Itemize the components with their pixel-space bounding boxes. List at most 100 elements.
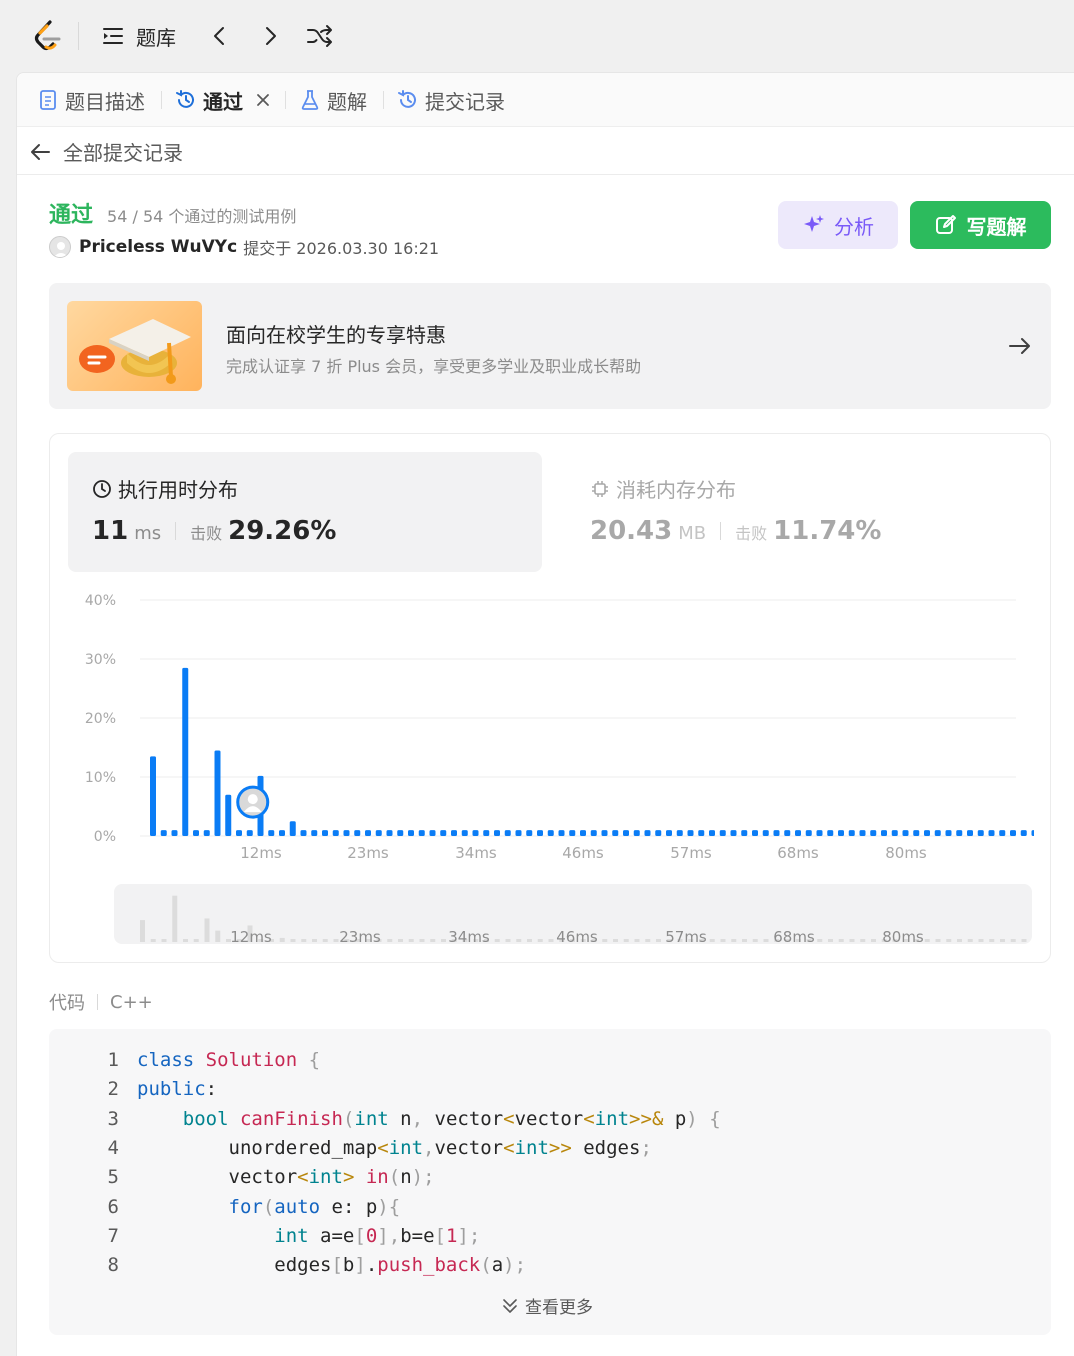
memory-values: 20.43 MB 击败 11.74% bbox=[590, 516, 881, 546]
minimap-bar bbox=[430, 939, 436, 942]
tab-accepted[interactable]: 通过 bbox=[175, 85, 243, 115]
submitted-time: 提交于 2026.03.30 16:21 bbox=[243, 239, 440, 258]
distribution-bar bbox=[623, 830, 629, 836]
user-icon bbox=[53, 242, 69, 257]
tab-description[interactable]: 题目描述 bbox=[37, 85, 145, 115]
minimap-bar bbox=[656, 939, 661, 942]
distribution-bar bbox=[676, 830, 683, 836]
line-number: 8 bbox=[107, 1254, 119, 1277]
panel-tabs: 题目描述 通过 题解 提交记录 bbox=[17, 73, 1074, 127]
promo-title: 面向在校学生的专享特惠 bbox=[226, 323, 446, 347]
x-tick-label: 46ms bbox=[562, 844, 604, 862]
line-number: 3 bbox=[107, 1107, 119, 1130]
tab-separator bbox=[383, 91, 384, 109]
minimap-bar bbox=[1000, 939, 1005, 942]
arrow-right-icon bbox=[1009, 338, 1030, 354]
analyze-button[interactable]: 分析 bbox=[778, 201, 898, 249]
leetcode-logo[interactable] bbox=[30, 18, 66, 54]
x-tick-label: 34ms bbox=[455, 844, 497, 862]
distribution-bar bbox=[827, 830, 834, 836]
distribution-bar bbox=[773, 830, 780, 836]
distribution-bar bbox=[741, 830, 748, 836]
write-solution-button[interactable]: 写题解 bbox=[910, 201, 1051, 249]
y-tick-label: 0% bbox=[94, 829, 116, 845]
minimap-bar bbox=[172, 895, 178, 942]
chart-range-navigator[interactable]: 12ms 23ms 34ms 46ms 57ms 68ms 80ms bbox=[114, 884, 1032, 946]
author-name[interactable]: Priceless WuVYc bbox=[79, 237, 237, 257]
runtime-beat-label: 击败 bbox=[190, 524, 223, 543]
line-number: 1 bbox=[107, 1049, 119, 1071]
tab-description-label: 题目描述 bbox=[65, 89, 145, 114]
distribution-bar bbox=[150, 756, 156, 836]
minimap-chart: 12ms 23ms 34ms 46ms 57ms 68ms 80ms bbox=[140, 895, 1027, 946]
minimap-bar bbox=[548, 939, 554, 942]
minimap-bar bbox=[408, 939, 414, 942]
problem-list-button[interactable]: 题库 bbox=[102, 20, 176, 52]
distribution-bar bbox=[1020, 830, 1027, 836]
clock-icon bbox=[93, 479, 111, 498]
divider bbox=[175, 522, 177, 540]
distribution-bar bbox=[601, 830, 608, 836]
code-line: unordered_map<int,vector<int>> edges; bbox=[228, 1136, 652, 1159]
student-promo-banner[interactable]: 面向在校学生的专享特惠 完成认证享 7 折 Plus 会员，享受更多学业及职业成… bbox=[49, 283, 1051, 409]
minimap-bar bbox=[537, 939, 543, 942]
tab-close-button[interactable] bbox=[255, 85, 271, 115]
line-number: 2 bbox=[107, 1078, 119, 1101]
distribution-bar bbox=[924, 830, 930, 836]
minimap-bar bbox=[602, 939, 608, 942]
minimap-bar bbox=[634, 939, 640, 942]
minimap-bar bbox=[967, 939, 973, 942]
history-icon bbox=[398, 90, 416, 108]
minimap-bar bbox=[731, 939, 737, 942]
distribution-bar bbox=[547, 830, 554, 836]
submission-panel: 题目描述 通过 题解 提交记录 全部提交记录 通过 54 / 54 个通过的测试… bbox=[16, 72, 1074, 1356]
minimap-bar bbox=[957, 939, 962, 942]
runtime-card[interactable]: 执行用时分布 11 ms 击败 29.26% bbox=[68, 452, 542, 572]
distribution-bar bbox=[246, 830, 253, 836]
distribution-bar bbox=[322, 830, 328, 836]
show-more-button[interactable]: 查看更多 bbox=[501, 1293, 593, 1318]
random-problem-button[interactable] bbox=[306, 20, 334, 52]
y-tick-label: 40% bbox=[85, 593, 116, 609]
distribution-bar bbox=[418, 830, 425, 836]
minimap-bar bbox=[183, 939, 188, 942]
avatar[interactable] bbox=[49, 236, 71, 258]
back-to-submissions-button[interactable]: 全部提交记录 bbox=[29, 137, 183, 166]
runtime-distribution-chart[interactable]: 0% 10% 20% 30% 40% 12ms 23ms 34ms 46ms 57ms 68ms 80… bbox=[68, 584, 1034, 874]
distribution-bar bbox=[762, 830, 769, 836]
memory-beat: 11.74% bbox=[773, 516, 882, 546]
code-header: 代码 C++ bbox=[49, 989, 153, 1015]
y-tick-label: 30% bbox=[85, 652, 116, 668]
runtime-unit: ms bbox=[134, 523, 162, 544]
back-label: 全部提交记录 bbox=[63, 141, 183, 165]
minimap-bar bbox=[763, 939, 769, 942]
user-icon bbox=[247, 794, 258, 805]
next-problem-button[interactable] bbox=[258, 20, 282, 52]
analyze-label: 分析 bbox=[834, 214, 874, 239]
tab-submissions[interactable]: 提交记录 bbox=[397, 85, 505, 115]
minimap-bar bbox=[150, 939, 156, 942]
chip-icon bbox=[592, 480, 608, 497]
divider bbox=[97, 994, 98, 1010]
distribution-bar bbox=[956, 830, 963, 836]
runtime-beat: 29.26% bbox=[228, 516, 337, 546]
distribution-bar bbox=[1031, 830, 1034, 836]
top-navbar: 题库 bbox=[0, 0, 1074, 72]
line-number: 6 bbox=[107, 1195, 119, 1218]
nav-divider bbox=[78, 22, 79, 50]
distribution-bar bbox=[999, 830, 1006, 836]
tab-solutions[interactable]: 题解 bbox=[299, 85, 367, 115]
graduation-cap-image bbox=[67, 301, 202, 391]
distribution-bar bbox=[719, 830, 726, 836]
distribution-bar bbox=[1010, 830, 1016, 836]
memory-heading: 消耗内存分布 bbox=[590, 474, 736, 503]
memory-card[interactable]: 消耗内存分布 20.43 MB 击败 11.74% bbox=[566, 452, 1040, 572]
distribution-bar bbox=[666, 830, 672, 836]
minimap-bar bbox=[838, 939, 844, 942]
author-row: Priceless WuVYc 提交于 2026.03.30 16:21 bbox=[49, 235, 439, 259]
minimap-bar bbox=[742, 939, 747, 942]
distribution-bar bbox=[429, 830, 436, 836]
minimap-bar bbox=[709, 939, 715, 942]
code-block: 查看更多 1 class Solution {2 public: 3 bool can… bbox=[49, 1029, 1051, 1335]
prev-problem-button[interactable] bbox=[208, 20, 232, 52]
